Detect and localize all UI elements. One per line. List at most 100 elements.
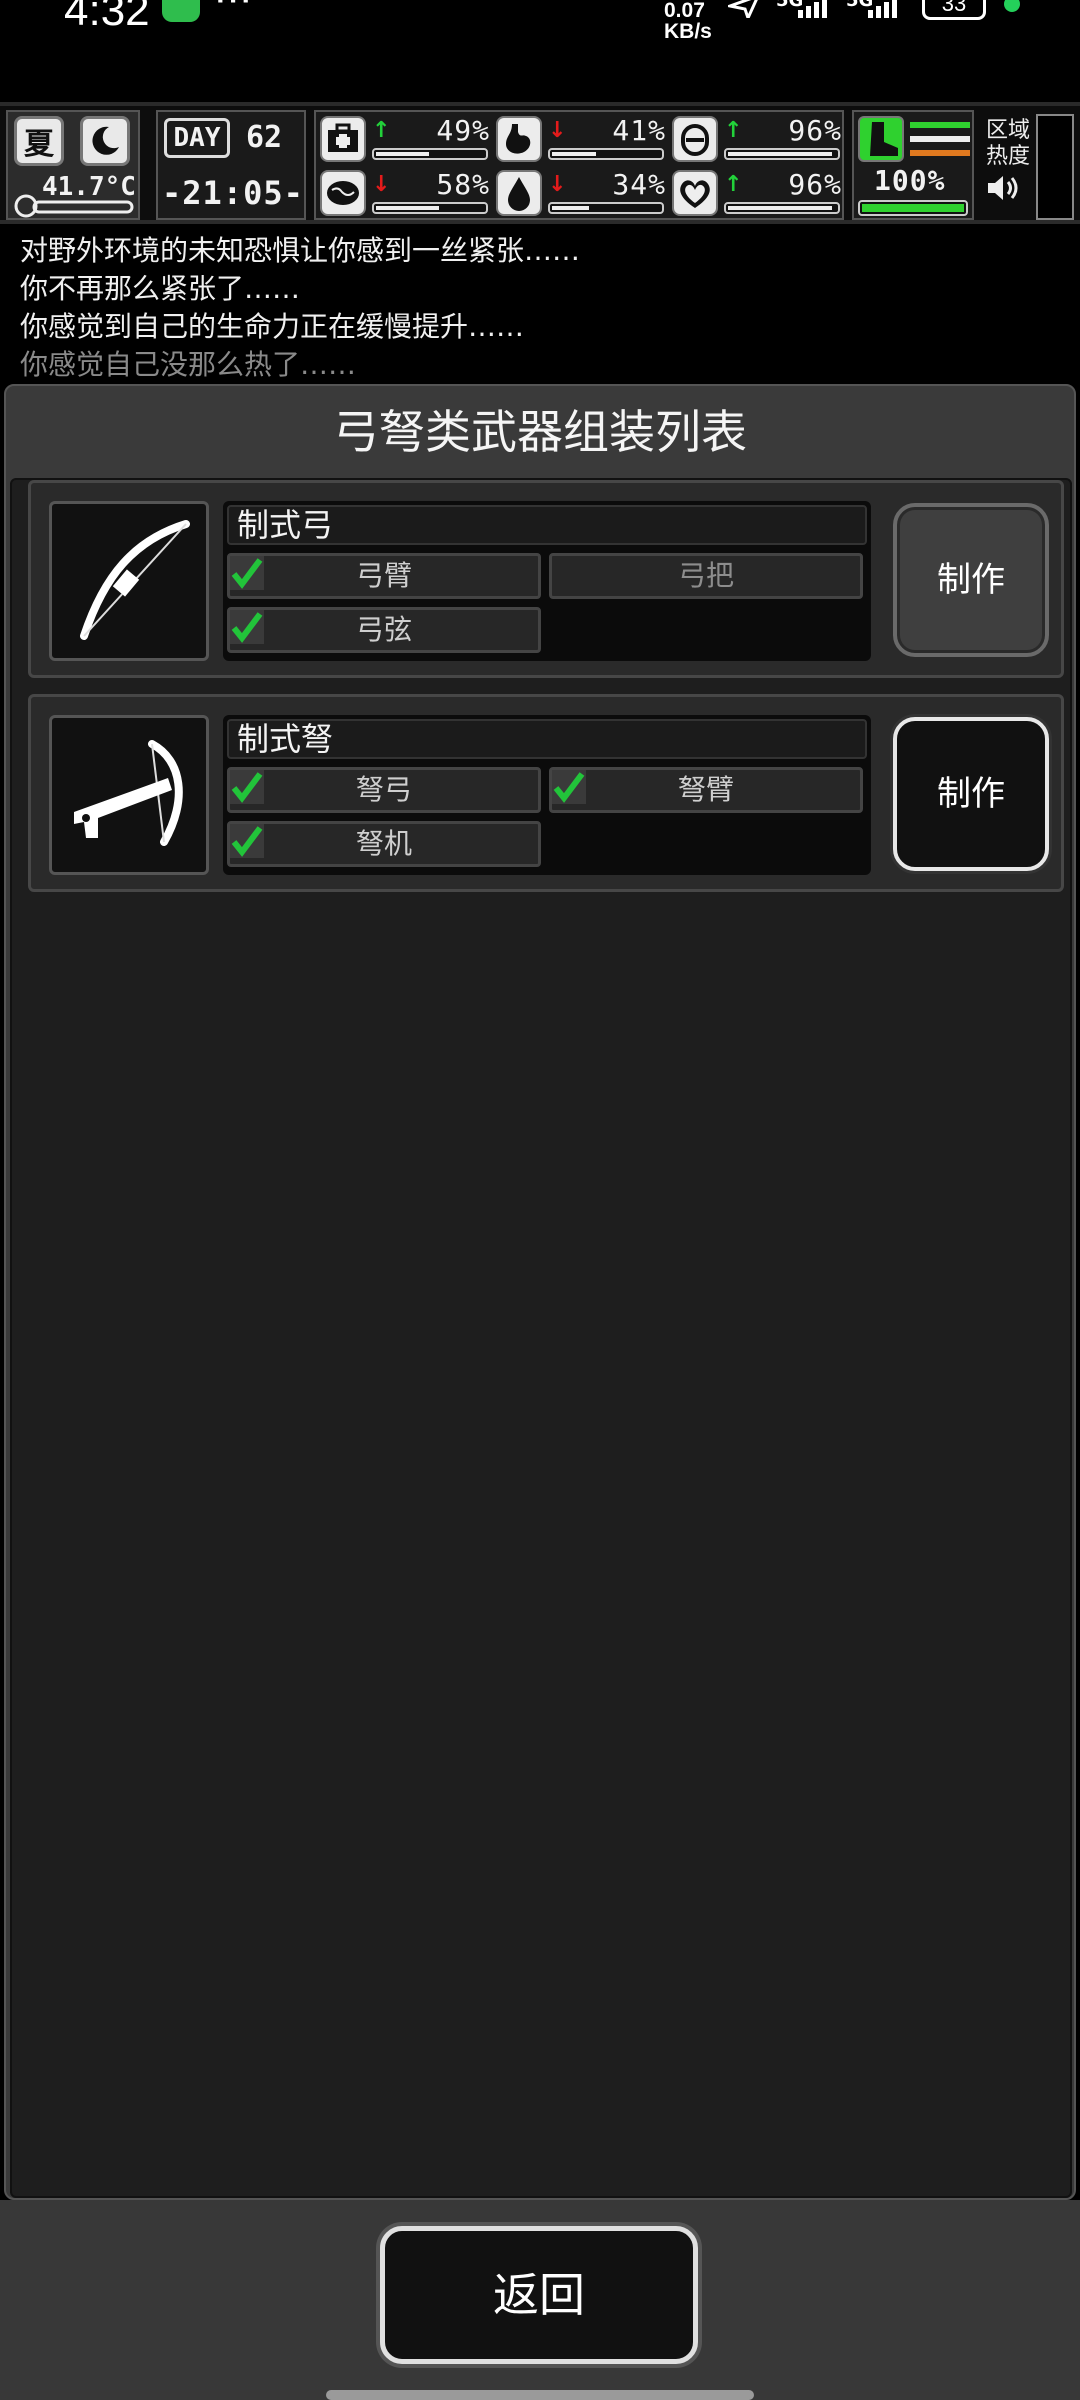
footer-bar: 返回: [0, 2200, 1080, 2400]
log-line: 你感觉到自己的生命力正在缓慢提升……: [20, 310, 525, 343]
heart-icon: [672, 170, 718, 216]
part-label: 弩臂: [677, 773, 734, 806]
crossbow-image: [49, 715, 209, 875]
recipe-list[interactable]: 制式弓 弓臂 弓把 弓弦 制作 制式弩 弩弓 弩臂 弩机 制作: [10, 478, 1072, 2198]
water-drop-icon: [496, 170, 542, 216]
check-icon: [230, 610, 264, 644]
day-clock-panel: DAY 62 -21:05-: [156, 110, 306, 220]
stat-thirst: ↓ 34%: [496, 168, 666, 218]
craft-crossbow-button[interactable]: 制作: [893, 717, 1049, 871]
survival-hud: 夏 41.7°C DAY 62 -21:05- ↑ 49% ↓ 41% ↑ 96…: [0, 102, 1080, 224]
network-speed: 0.07 KB/s: [664, 0, 712, 42]
stat-health: ↑ 49%: [320, 114, 490, 164]
speaker-icon: [988, 176, 1018, 200]
part-bow-arm[interactable]: 弓臂: [227, 553, 541, 599]
stat-stamina-value: 96%: [788, 114, 842, 147]
message-log[interactable]: 对野外环境的未知恐惧让你感到一丝紧张…… 你不再那么紧张了…… 你感觉到自己的生…: [0, 228, 1080, 381]
brain-icon: [320, 170, 366, 216]
movement-panel: 100%: [852, 110, 974, 220]
part-label: 弩机: [355, 827, 412, 860]
battery-indicator: 33: [922, 0, 986, 20]
stat-sanity-bar: [372, 202, 488, 214]
check-icon: [230, 556, 264, 590]
moon-glyph: [92, 126, 119, 155]
log-line: 你感觉自己没那么热了……: [20, 348, 357, 381]
part-bow-string[interactable]: 弓弦: [227, 607, 541, 653]
stat-thirst-arrow: ↓: [548, 172, 567, 197]
part-label: 弓把: [677, 559, 734, 592]
lungs-icon: [672, 116, 718, 162]
game-clock: -21:05-: [162, 174, 304, 212]
signal-bars-icon-1: [798, 0, 827, 18]
back-button[interactable]: 返回: [380, 2226, 698, 2364]
stat-health-arrow: ↑: [372, 118, 391, 143]
crossbow-name: 制式弩: [227, 719, 867, 759]
moon-icon: [80, 116, 130, 166]
stomach-icon: [496, 116, 542, 162]
speed-stripe-3: [910, 150, 970, 156]
weather-panel: 夏 41.7°C: [6, 110, 140, 220]
stat-heart-fill: [728, 206, 832, 210]
region-heat[interactable]: 区域热度: [986, 118, 1034, 211]
region-heat-label: 区域热度: [986, 118, 1031, 169]
more-notifications-icon: ···: [214, 0, 253, 24]
stat-thirst-bar: [548, 202, 664, 214]
day-label: DAY: [164, 118, 230, 158]
part-crossbow-arm[interactable]: 弩臂: [549, 767, 863, 813]
craft-bow-button[interactable]: 制作: [893, 503, 1049, 657]
stat-hunger-bar: [548, 148, 664, 160]
part-crossbow-trigger[interactable]: 弩机: [227, 821, 541, 867]
stat-hunger: ↓ 41%: [496, 114, 666, 164]
crossbow-icon: [74, 740, 183, 846]
status-bar: 4:32 ··· 0.07 KB/s 5G 5G 33: [0, 0, 1080, 100]
log-line: 你不再那么紧张了……: [20, 272, 301, 305]
signal-bars-icon-2: [868, 0, 897, 18]
check-icon: [552, 770, 586, 804]
medkit-icon: [320, 116, 366, 162]
stat-heart-bar: [724, 202, 840, 214]
network-speed-value: 0.07: [664, 0, 705, 22]
bow-icon: [80, 520, 190, 640]
stat-heart: ↑ 96%: [672, 168, 842, 218]
boot-icon: [858, 116, 904, 162]
boot-value: 100%: [874, 164, 946, 197]
boot-bar-fill: [862, 204, 964, 212]
stat-health-fill: [376, 152, 429, 156]
stat-stamina: ↑ 96%: [672, 114, 842, 164]
bow-image: [49, 501, 209, 661]
recipe-card-crossbow: 制式弩 弩弓 弩臂 弩机 制作: [28, 694, 1064, 892]
season-icon: 夏: [14, 116, 64, 166]
stat-stamina-bar: [724, 148, 840, 160]
stat-sanity-fill: [376, 206, 439, 210]
speed-stripe-1: [910, 122, 970, 128]
stat-thirst-fill: [552, 206, 589, 210]
check-icon: [230, 824, 264, 858]
stat-heart-arrow: ↑: [724, 172, 743, 197]
part-crossbow-prod[interactable]: 弩弓: [227, 767, 541, 813]
part-label: 弩弓: [355, 773, 412, 806]
day-number: 62: [246, 120, 283, 155]
part-bow-grip[interactable]: 弓把: [549, 553, 863, 599]
signal-5g-icon-2: 5G: [846, 0, 904, 18]
stat-sanity-value: 58%: [436, 168, 490, 201]
boot-bar: [858, 200, 968, 216]
season-label: 夏: [24, 127, 54, 162]
log-line: 对野外环境的未知恐惧让你感到一丝紧张……: [20, 234, 581, 267]
check-icon: [230, 770, 264, 804]
temperature-readout: 41.7°C: [42, 172, 136, 202]
wechat-notification-icon: [162, 0, 200, 22]
stat-stamina-fill: [728, 152, 832, 156]
region-heat-meter: [1036, 114, 1074, 220]
assembly-panel: 弓弩类武器组装列表 制式弓 弓臂 弓把 弓弦 制作 制式弩 弩弓 弩臂 弩机 制…: [4, 384, 1076, 2200]
stat-hunger-fill: [552, 152, 596, 156]
home-indicator[interactable]: [326, 2390, 754, 2400]
part-label: 弓臂: [355, 559, 412, 592]
stat-heart-value: 96%: [788, 168, 842, 201]
network-speed-unit: KB/s: [664, 20, 712, 43]
speed-stripe-2: [910, 136, 970, 142]
part-label: 弓弦: [355, 613, 412, 646]
crossbow-parts-area: 制式弩 弩弓 弩臂 弩机: [223, 715, 871, 875]
stat-sanity: ↓ 58%: [320, 168, 490, 218]
privacy-dot-icon: [1004, 0, 1020, 12]
status-time: 4:32: [64, 0, 150, 35]
